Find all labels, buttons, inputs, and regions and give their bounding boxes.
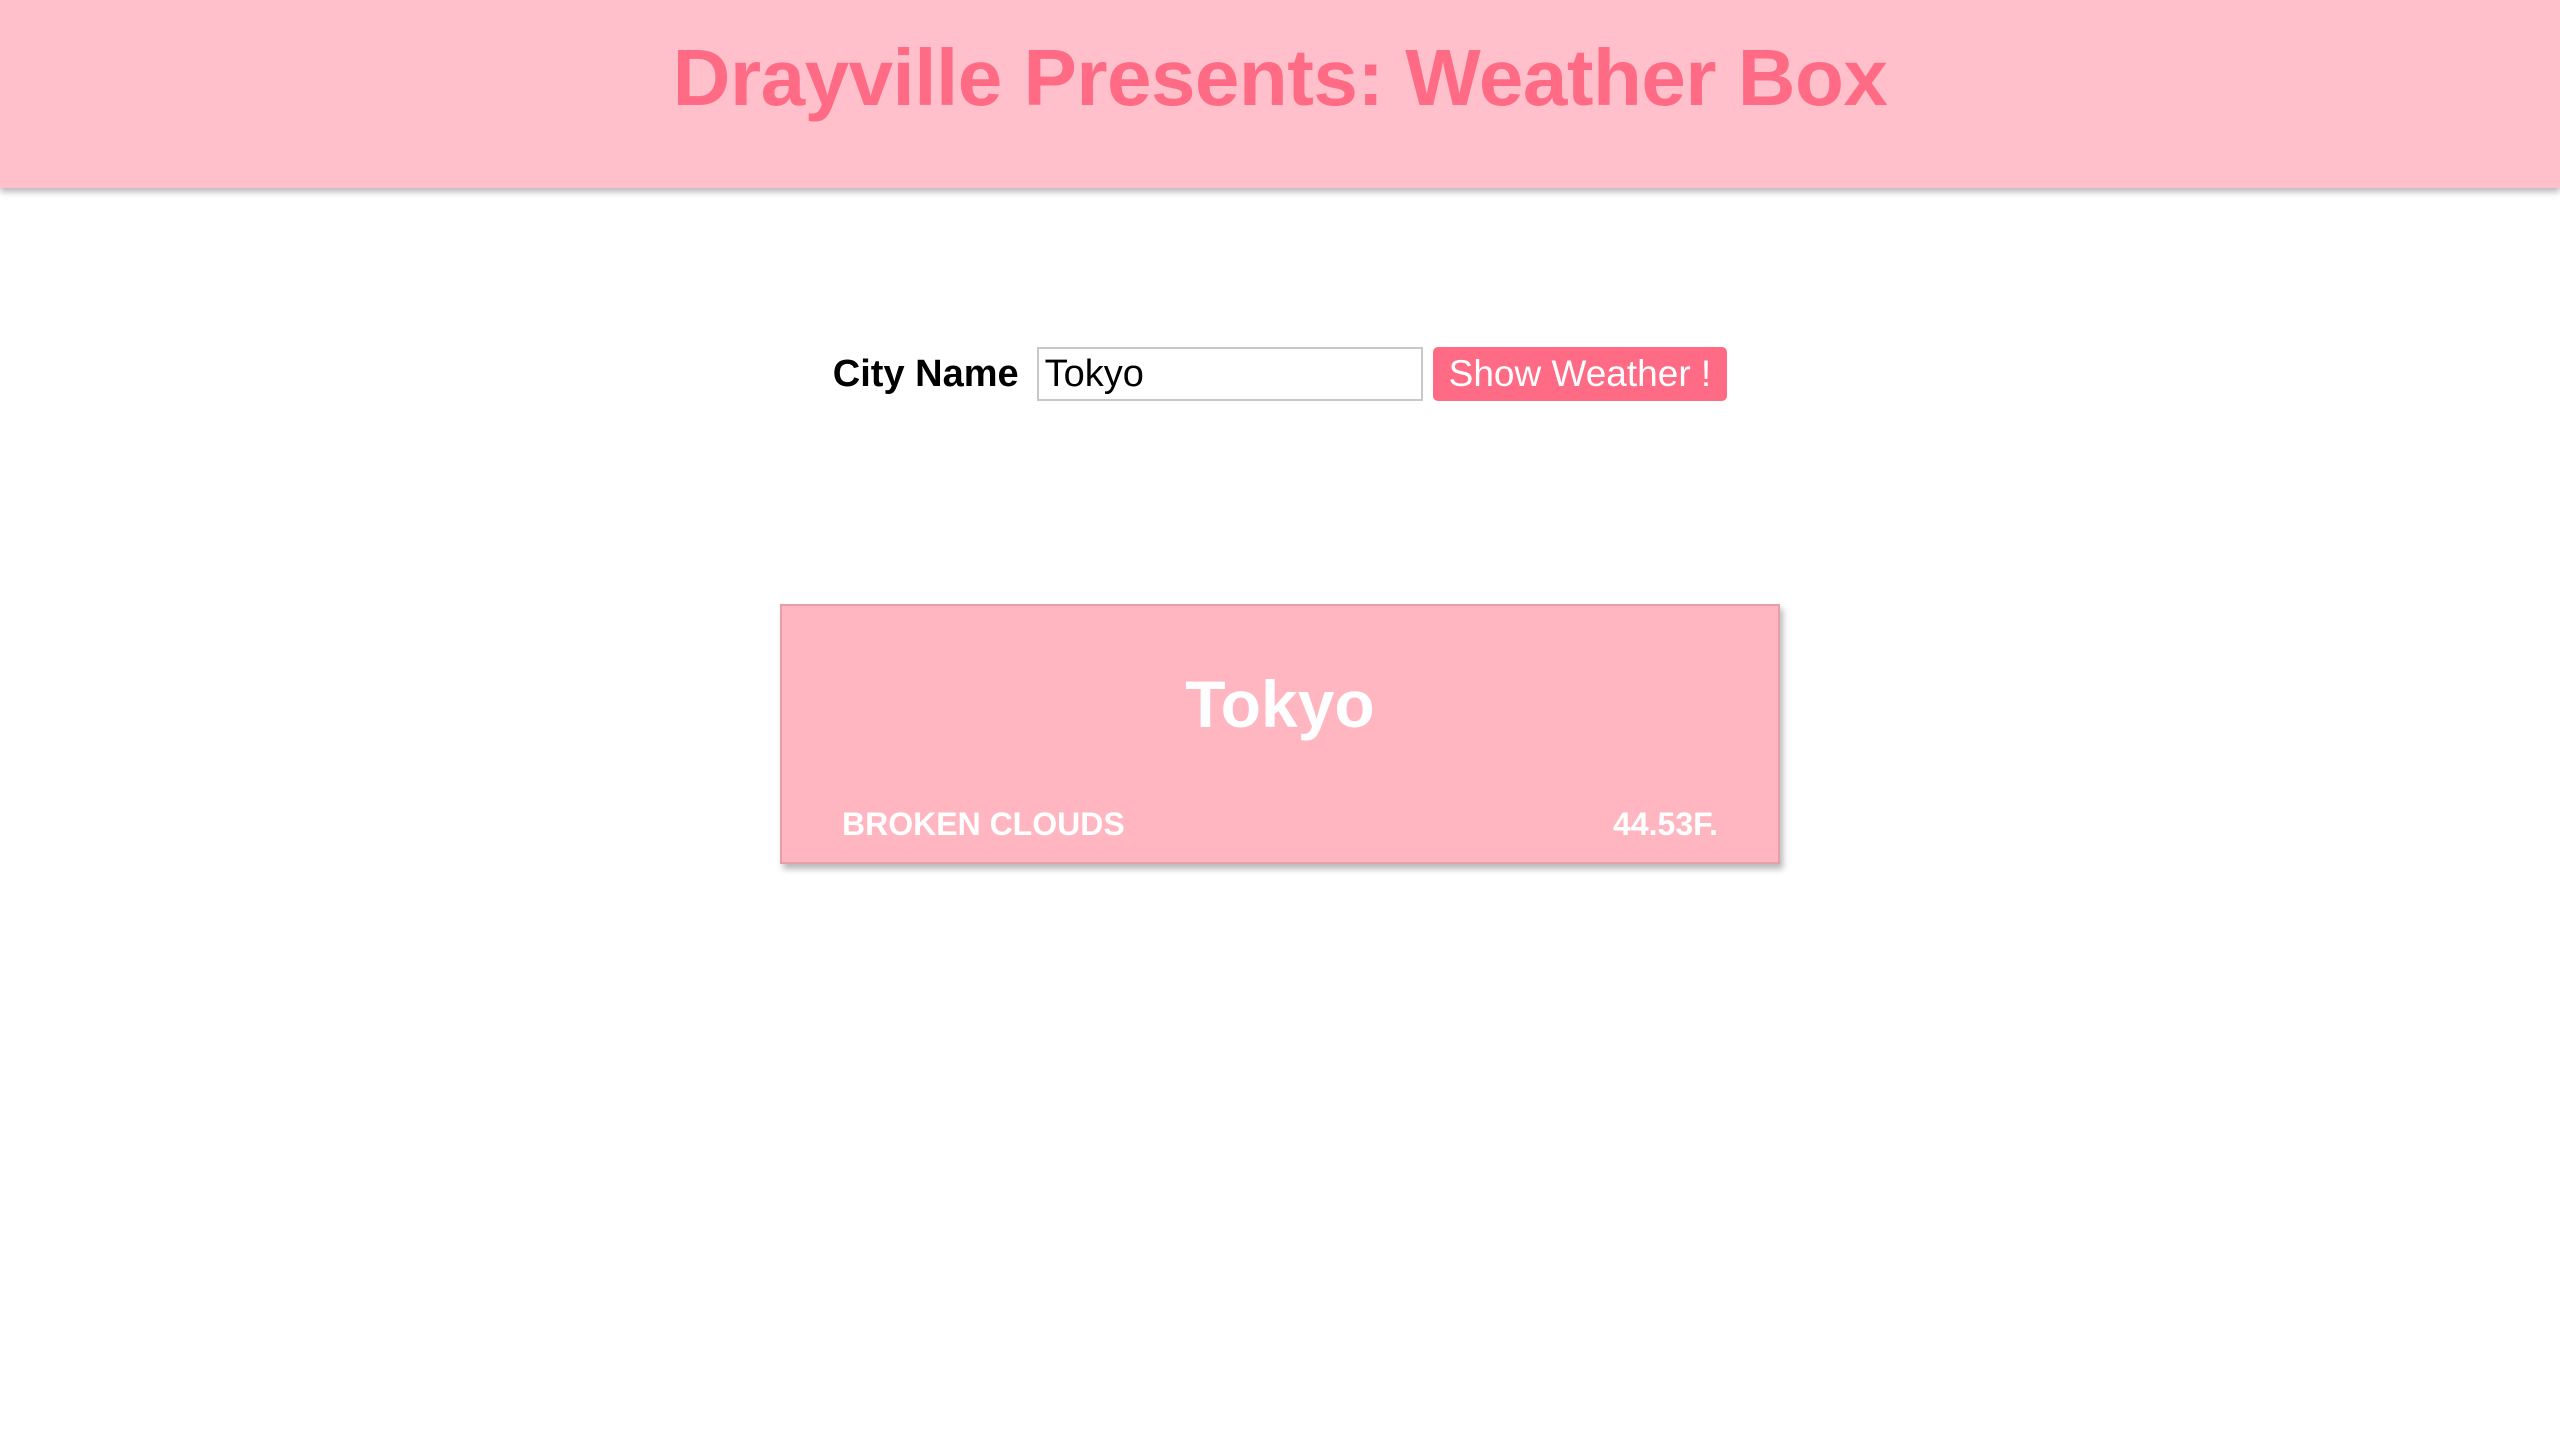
weather-description: BROKEN CLOUDS bbox=[842, 806, 1125, 842]
weather-city-name: Tokyo bbox=[1185, 667, 1375, 741]
show-weather-button[interactable]: Show Weather ! bbox=[1432, 347, 1728, 401]
city-name-label: City Name bbox=[832, 352, 1019, 395]
weather-temperature: 44.53F. bbox=[1613, 806, 1718, 842]
city-name-input[interactable] bbox=[1036, 347, 1423, 401]
app-header: Drayville Presents: Weather Box bbox=[0, 0, 2560, 188]
page-title: Drayville Presents: Weather Box bbox=[672, 33, 1888, 122]
weather-card: Tokyo BROKEN CLOUDS 44.53F. bbox=[780, 604, 1780, 864]
city-search-form: City Name Show Weather ! bbox=[0, 344, 2560, 404]
